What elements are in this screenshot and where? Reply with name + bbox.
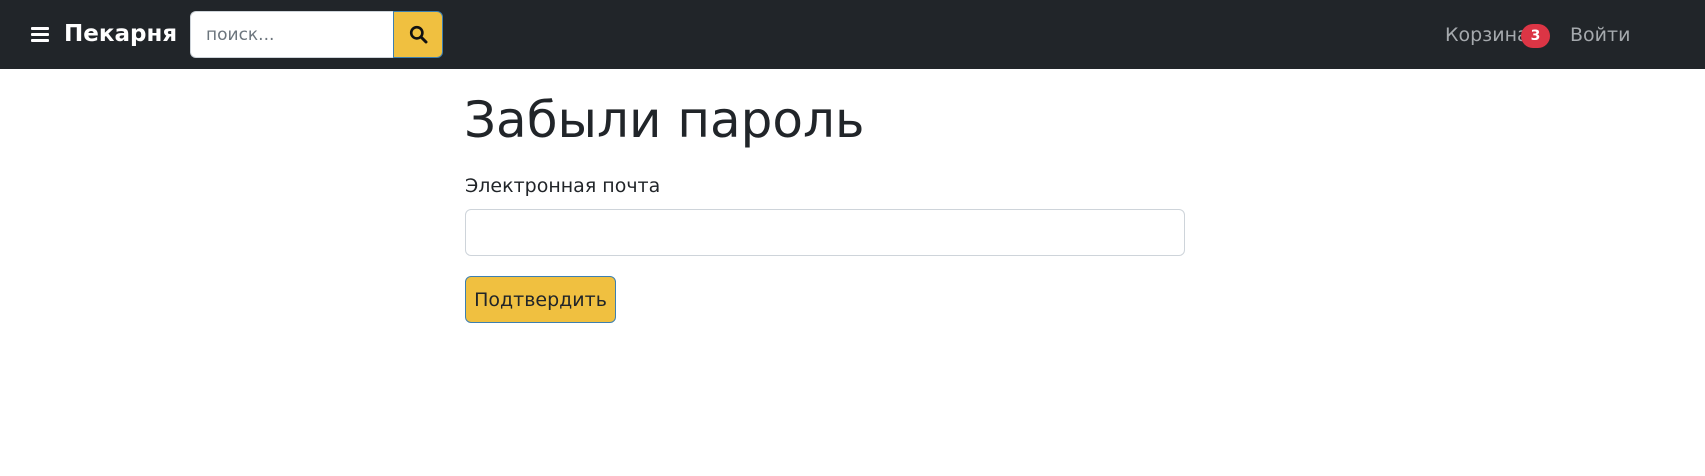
cart-link[interactable]: Корзина bbox=[1445, 22, 1529, 48]
search-button[interactable] bbox=[393, 11, 443, 58]
menu-icon[interactable] bbox=[31, 27, 49, 42]
email-field[interactable] bbox=[465, 209, 1185, 256]
navbar: Пекарня Корзина 3 Войти bbox=[0, 0, 1705, 69]
search-input[interactable] bbox=[190, 11, 393, 58]
login-link[interactable]: Войти bbox=[1570, 22, 1630, 48]
page-title: Забыли пароль bbox=[464, 91, 865, 149]
cart-badge: 3 bbox=[1521, 24, 1550, 48]
search-icon bbox=[409, 25, 427, 44]
submit-button[interactable]: Подтвердить bbox=[465, 276, 616, 323]
email-label: Электронная почта bbox=[465, 175, 661, 197]
brand-logo[interactable]: Пекарня bbox=[64, 19, 177, 49]
